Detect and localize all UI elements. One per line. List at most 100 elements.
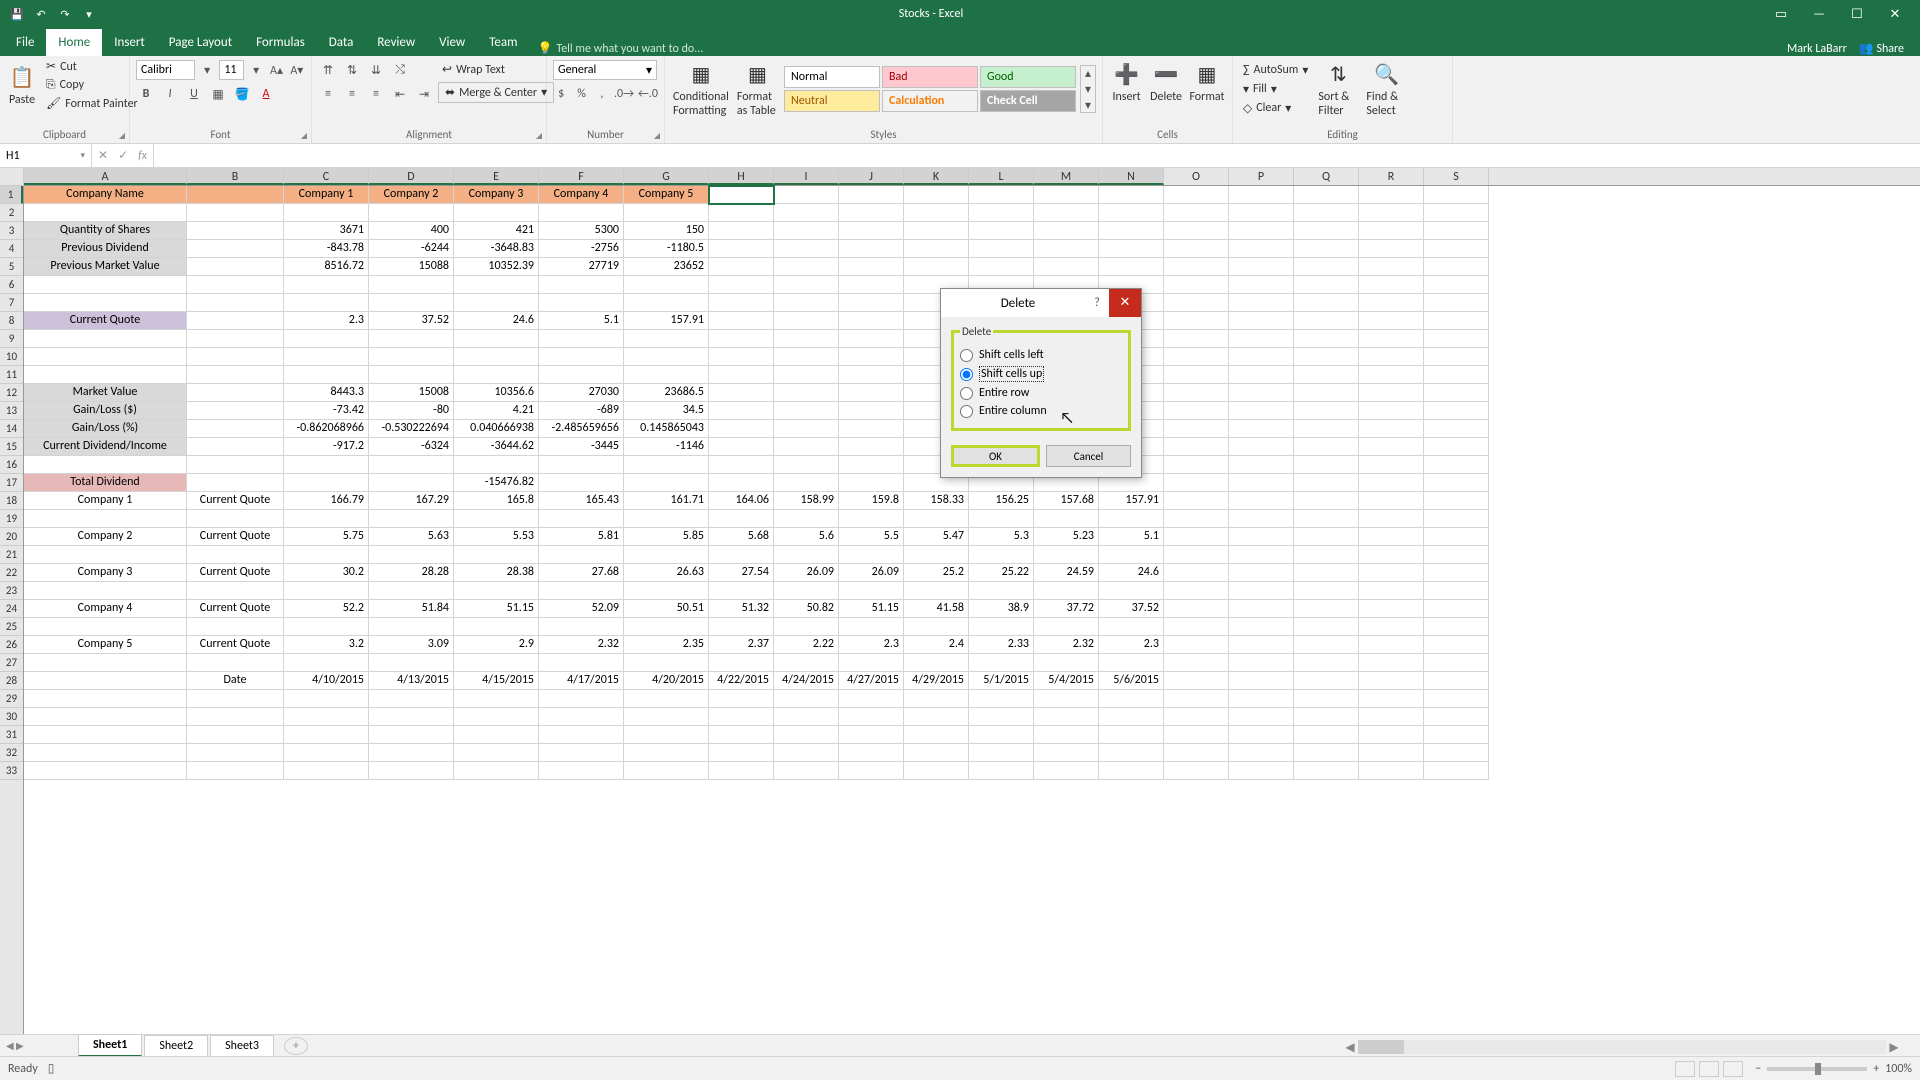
sheet-tab-3[interactable]: Sheet3 [210,1035,274,1056]
cell[interactable] [539,690,624,708]
cell[interactable] [1229,564,1294,582]
column-header[interactable]: M [1034,168,1099,185]
cell[interactable] [24,618,187,636]
cell[interactable]: 4/24/2015 [774,672,839,690]
column-header[interactable]: P [1229,168,1294,185]
cell[interactable] [187,618,284,636]
cell[interactable] [1424,222,1489,240]
cell[interactable]: Gain/Loss ($) [24,402,187,420]
cell[interactable] [774,474,839,492]
cell[interactable]: -15476.82 [454,474,539,492]
cell[interactable] [1034,582,1099,600]
view-page-break-icon[interactable] [1723,1061,1743,1077]
tab-data[interactable]: Data [317,29,366,56]
cell[interactable]: 28.38 [454,564,539,582]
align-left-icon[interactable]: ≡ [318,84,338,104]
cancel-button[interactable]: Cancel [1046,445,1131,467]
cell[interactable] [1099,546,1164,564]
cell[interactable] [1359,510,1424,528]
row-header[interactable]: 13 [0,402,23,420]
cell[interactable] [454,294,539,312]
cell[interactable]: -1146 [624,438,709,456]
style-normal[interactable]: Normal [784,66,880,88]
cell[interactable]: 2.33 [969,636,1034,654]
cell[interactable] [1359,456,1424,474]
zoom-level[interactable]: 100% [1885,1062,1912,1076]
macro-record-icon[interactable]: ▯ [48,1061,55,1076]
cell[interactable] [709,618,774,636]
cell[interactable] [187,258,284,276]
row-header[interactable]: 20 [0,528,23,546]
cell[interactable] [774,186,839,204]
cell[interactable]: 26.09 [774,564,839,582]
cell[interactable] [1229,384,1294,402]
cell[interactable] [969,510,1034,528]
minimize-icon[interactable]: — [1804,7,1834,22]
cell[interactable]: 3671 [284,222,369,240]
row-header[interactable]: 18 [0,492,23,510]
cell[interactable] [1164,582,1229,600]
cell[interactable] [1229,240,1294,258]
cell[interactable] [539,510,624,528]
cell[interactable] [1294,186,1359,204]
qat-customize-icon[interactable]: ▾ [78,3,100,25]
cell[interactable] [369,456,454,474]
cell[interactable] [1229,582,1294,600]
cell[interactable] [1294,546,1359,564]
row-header[interactable]: 24 [0,600,23,618]
zoom-slider[interactable] [1767,1067,1867,1071]
style-calculation[interactable]: Calculation [882,90,978,112]
cell[interactable]: Date [187,672,284,690]
cell[interactable] [1294,762,1359,780]
cell[interactable] [1294,240,1359,258]
column-headers[interactable]: ABCDEFGHIJKLMNOPQRS [24,168,1920,186]
cell[interactable] [1424,294,1489,312]
cell[interactable] [839,222,904,240]
style-good[interactable]: Good [980,66,1076,88]
cell[interactable] [839,240,904,258]
fill-button[interactable]: ▾Fill ▾ [1239,81,1312,98]
cell[interactable] [1034,222,1099,240]
cell[interactable]: 15008 [369,384,454,402]
cell[interactable] [624,474,709,492]
cell[interactable]: 2.9 [454,636,539,654]
cell[interactable] [904,654,969,672]
cell[interactable]: 158.99 [774,492,839,510]
styles-down-icon[interactable]: ▾ [1081,82,1095,96]
cell[interactable] [369,708,454,726]
dialog-close-button[interactable]: ✕ [1109,289,1141,317]
cell[interactable]: 5.23 [1034,528,1099,546]
cell[interactable] [624,726,709,744]
cell[interactable]: 37.72 [1034,600,1099,618]
cell[interactable] [1294,726,1359,744]
undo-icon[interactable]: ↶ [30,3,52,25]
cell[interactable] [1229,474,1294,492]
cell[interactable] [1099,618,1164,636]
cell[interactable] [1099,510,1164,528]
cell[interactable] [624,618,709,636]
cell[interactable]: 50.51 [624,600,709,618]
cell[interactable] [187,222,284,240]
cell[interactable] [709,708,774,726]
increase-indent-icon[interactable]: ⇥ [414,84,434,104]
cell[interactable] [187,348,284,366]
chevron-down-icon[interactable]: ▾ [248,60,264,80]
cell[interactable]: Previous Dividend [24,240,187,258]
cell[interactable]: -2756 [539,240,624,258]
cell[interactable] [187,762,284,780]
increase-font-icon[interactable]: A▴ [268,60,284,80]
cell[interactable]: Company 3 [24,564,187,582]
cell[interactable] [1359,492,1424,510]
cell[interactable] [1099,258,1164,276]
cell[interactable] [539,348,624,366]
cell[interactable]: 5.5 [839,528,904,546]
cell[interactable] [539,582,624,600]
cell[interactable] [969,258,1034,276]
column-header[interactable]: S [1424,168,1489,185]
cell[interactable]: 24.59 [1034,564,1099,582]
comma-icon[interactable]: , [594,84,610,104]
cell[interactable] [904,222,969,240]
percent-icon[interactable]: % [573,84,589,104]
cell[interactable] [1099,186,1164,204]
style-bad[interactable]: Bad [882,66,978,88]
